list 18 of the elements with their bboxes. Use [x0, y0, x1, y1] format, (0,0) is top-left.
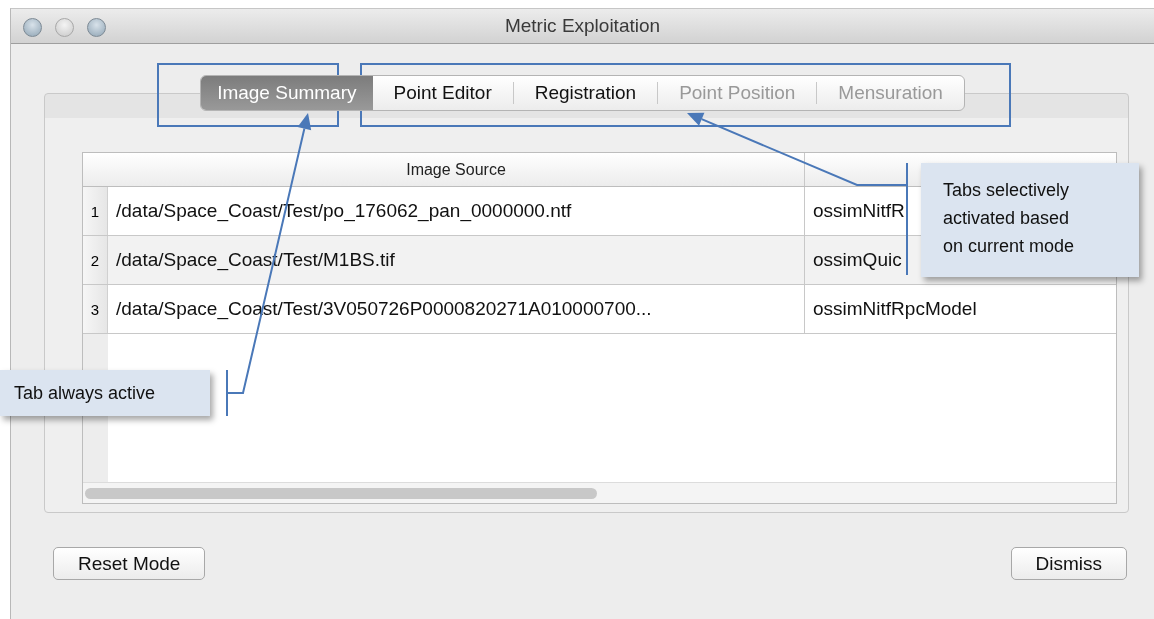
scrollbar[interactable]	[83, 482, 1116, 503]
tab[interactable]: Registration	[513, 76, 658, 110]
callout: Tabs selectively activated based on current mode	[921, 163, 1139, 277]
tab[interactable]: Point Editor	[372, 76, 513, 110]
table-cell: ossimNitfRpcModel	[813, 298, 977, 320]
callout: Tab always active	[0, 370, 210, 416]
minimize-icon[interactable]	[55, 18, 74, 37]
scrollbar-thumb[interactable]	[85, 487, 597, 499]
table-cell: ossimNitfR	[813, 200, 905, 222]
zoom-icon[interactable]	[87, 18, 106, 37]
row-number: 1	[83, 187, 108, 235]
row-number: 2	[83, 236, 108, 284]
row-number: 3	[83, 285, 108, 333]
window-title: Metric Exploitation	[504, 15, 661, 37]
reset-button[interactable]: Reset Mode	[53, 547, 206, 580]
close-icon[interactable]	[23, 18, 42, 37]
table-cell: ossimQuic	[813, 249, 902, 271]
dismiss-button[interactable]: Dismiss	[1010, 547, 1127, 580]
